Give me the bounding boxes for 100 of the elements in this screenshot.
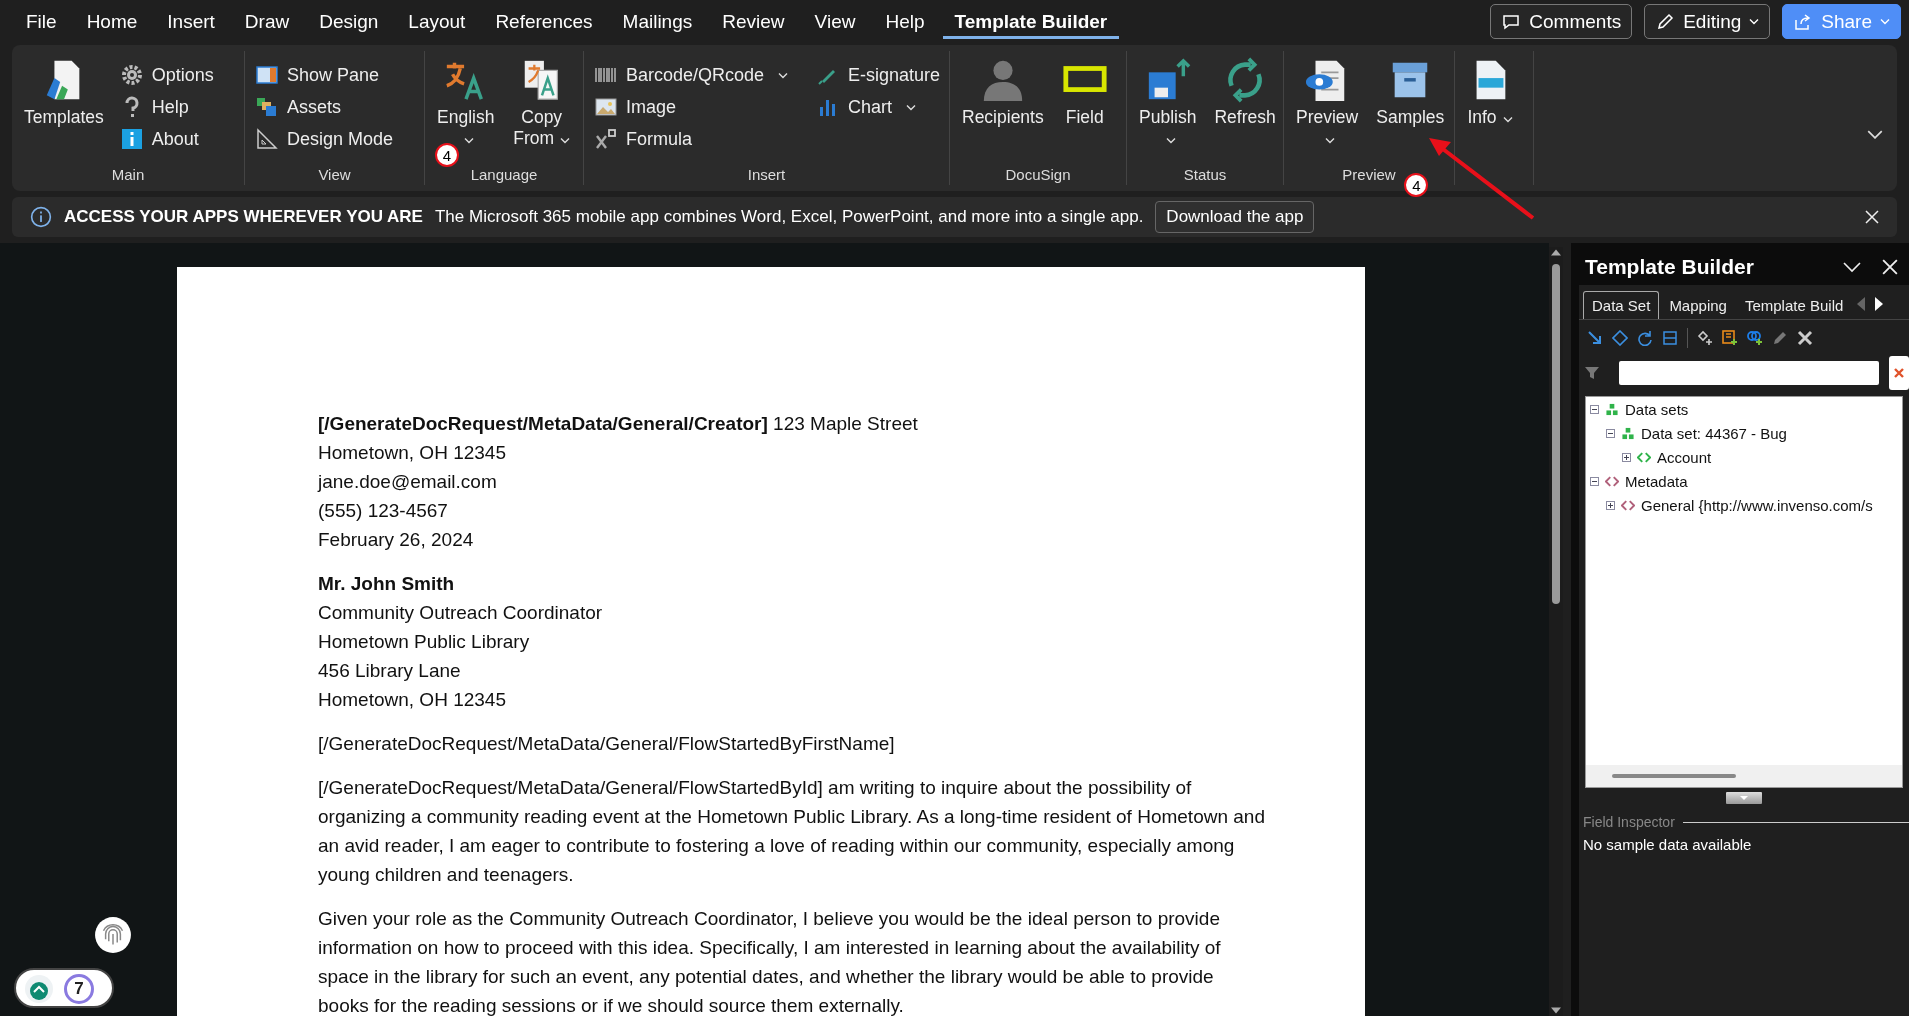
collapse-icon[interactable] bbox=[1662, 330, 1678, 346]
group-label: Language bbox=[469, 166, 539, 185]
tree-item[interactable]: Account bbox=[1657, 448, 1712, 466]
group-label: Main bbox=[110, 166, 146, 185]
menu-tab[interactable]: Layout bbox=[396, 4, 478, 39]
tree-toggle-icon[interactable] bbox=[1606, 500, 1615, 510]
arrow-left-icon[interactable] bbox=[1857, 297, 1866, 311]
tree-toggle-icon[interactable] bbox=[1622, 452, 1631, 462]
comments-button[interactable]: Comments bbox=[1490, 4, 1633, 39]
group-label: Status bbox=[1182, 166, 1228, 185]
fingerprint-icon[interactable] bbox=[94, 916, 132, 954]
panel-tab[interactable]: Data Set bbox=[1583, 291, 1660, 319]
pencil-icon[interactable] bbox=[1772, 330, 1788, 346]
hierarchy-icon bbox=[1621, 426, 1635, 440]
tree-item[interactable]: Data set: 44367 - Bug bbox=[1641, 424, 1787, 442]
document-text: 456 Library Lane bbox=[318, 659, 462, 683]
ribbon-button[interactable]: Assets bbox=[253, 91, 396, 123]
document-text: [/GenerateDocRequest/MetaData/General/Creator] 123 Maple Street bbox=[318, 412, 919, 436]
ribbon-button[interactable]: About bbox=[117, 123, 216, 155]
close-icon[interactable] bbox=[1865, 210, 1879, 224]
tree-item[interactable]: General {http://www.invenso.com/s bbox=[1641, 496, 1873, 514]
list-add-icon[interactable] bbox=[1722, 330, 1738, 346]
code-icon bbox=[1621, 498, 1635, 512]
ribbon-button[interactable]: Help bbox=[117, 91, 216, 123]
chevron-down-icon[interactable] bbox=[1867, 130, 1883, 139]
menu-tab[interactable]: Design bbox=[307, 4, 391, 39]
splitter-handle[interactable] bbox=[1726, 792, 1762, 804]
scrollbar-thumb[interactable] bbox=[1552, 264, 1560, 604]
delete-icon[interactable] bbox=[1797, 330, 1813, 346]
editing-button[interactable]: Editing bbox=[1644, 4, 1771, 39]
document-text: [/GenerateDocRequest/MetaData/General/FlowStartedById] am writing to inquire about the possibility of organizing a community reading event at the Hometown Public Library. As a long-time resident of Hometown and an avid reader, I am eager to contribute to fostering a love of reading within our community, especially among young children and teenagers. bbox=[318, 776, 1265, 887]
ribbon-button[interactable]: Barcode/QRcode bbox=[592, 59, 791, 91]
ribbon-button[interactable]: Samples bbox=[1372, 55, 1449, 130]
ribbon-button[interactable]: Refresh bbox=[1210, 55, 1280, 130]
ribbon-button[interactable]: Preview bbox=[1292, 55, 1363, 151]
download-button[interactable]: Download the app bbox=[1155, 201, 1315, 233]
clear-button[interactable] bbox=[1889, 356, 1909, 390]
ribbon-button[interactable]: Chart bbox=[814, 91, 943, 123]
chain-add-icon[interactable] bbox=[1747, 330, 1763, 346]
scroll-up-icon[interactable] bbox=[1551, 249, 1561, 256]
menu-tab[interactable]: File bbox=[14, 4, 69, 39]
refresh-icon[interactable] bbox=[1637, 330, 1653, 346]
horizontal-scrollbar[interactable] bbox=[1586, 765, 1902, 787]
menu-tab[interactable]: Help bbox=[873, 4, 937, 39]
info-icon bbox=[119, 127, 144, 151]
filter-icon bbox=[1585, 366, 1599, 380]
scrollbar-thumb[interactable] bbox=[1612, 774, 1736, 778]
ribbon-button[interactable]: Design Mode bbox=[253, 123, 396, 155]
pane-icon bbox=[255, 63, 279, 87]
arrow-up-icon[interactable] bbox=[24, 974, 54, 1004]
ribbon-button[interactable]: Options bbox=[117, 59, 216, 91]
document-text: jane.doe@email.com bbox=[318, 470, 498, 494]
document-text: Hometown Public Library bbox=[318, 630, 531, 654]
panel-tab[interactable]: Template Build bbox=[1736, 292, 1852, 319]
ribbon-button[interactable]: Image bbox=[592, 91, 791, 123]
menu-tab[interactable]: Mailings bbox=[610, 4, 705, 39]
shapes-icon bbox=[255, 95, 279, 119]
notification-message: The Microsoft 365 mobile app combines Word, Excel, PowerPoint, and more into a single app. bbox=[434, 207, 1144, 227]
tree-toggle-icon[interactable] bbox=[1590, 404, 1599, 414]
ribbon-button[interactable]: Formula bbox=[592, 123, 791, 155]
arrow-icon[interactable] bbox=[1587, 330, 1603, 346]
ribbon-button[interactable]: Show Pane bbox=[253, 59, 396, 91]
menu-tab[interactable]: Review bbox=[710, 4, 797, 39]
tree-toggle-icon[interactable] bbox=[1590, 476, 1599, 486]
menu-tab[interactable]: View bbox=[802, 4, 868, 39]
chevron-down-icon[interactable] bbox=[1843, 259, 1861, 275]
ruler-icon bbox=[255, 127, 279, 151]
document-text: Community Outreach Coordinator bbox=[318, 601, 604, 625]
ribbon-button[interactable]: Templates bbox=[20, 55, 108, 130]
menu-tab[interactable]: Template Builder bbox=[942, 4, 1120, 39]
diamond-icon[interactable] bbox=[1612, 330, 1628, 346]
arrow-right-icon[interactable] bbox=[1875, 297, 1884, 311]
menu-tab[interactable]: References bbox=[483, 4, 605, 39]
tree-toggle-icon[interactable] bbox=[1606, 428, 1615, 438]
tree-item[interactable]: Data sets bbox=[1625, 400, 1689, 418]
ribbon-button[interactable]: Recipients bbox=[958, 55, 1048, 130]
panel-tab[interactable]: Mapping bbox=[1661, 292, 1735, 319]
group-label: Insert bbox=[746, 166, 787, 185]
ribbon-button[interactable]: Copy From bbox=[508, 55, 575, 151]
pencil-icon bbox=[1655, 11, 1676, 32]
scroll-down-icon[interactable] bbox=[1551, 1007, 1561, 1014]
filter-field[interactable] bbox=[1619, 361, 1879, 385]
menu-tab[interactable]: Insert bbox=[155, 4, 227, 39]
notification-title: ACCESS YOUR APPS WHEREVER YOU ARE bbox=[64, 207, 423, 227]
ribbon-button[interactable]: Info bbox=[1463, 55, 1517, 130]
document-text: Given your role as the Community Outreach Coordinator, I believe you would be the ideal person to provide information on how to proceed with this idea. Specifically, I am interested in learning about the availability of space in the library for such an event, any potential dates, and whether the library would be able to provide books for the reading sessions or if we should source them externally. bbox=[318, 907, 1222, 1016]
tree-item[interactable]: Metadata bbox=[1625, 472, 1688, 490]
panel-title: Template Builder bbox=[1585, 255, 1755, 279]
code-icon bbox=[1605, 474, 1619, 488]
ribbon-button[interactable]: Publish bbox=[1135, 55, 1201, 151]
close-icon[interactable] bbox=[1881, 259, 1899, 275]
menu-tab[interactable]: Draw bbox=[232, 4, 302, 39]
superscript-icon bbox=[594, 127, 618, 151]
ribbon-button[interactable]: E-signature bbox=[814, 59, 943, 91]
document-text: February 26, 2024 bbox=[318, 528, 475, 552]
menu-tab[interactable]: Home bbox=[74, 4, 150, 39]
ribbon-button[interactable]: Field bbox=[1057, 55, 1112, 130]
field-inspector-message: No sample data available bbox=[1582, 835, 1753, 855]
annotation-badge: 4 bbox=[1404, 173, 1429, 197]
count-badge[interactable]: 7 bbox=[64, 974, 94, 1004]
